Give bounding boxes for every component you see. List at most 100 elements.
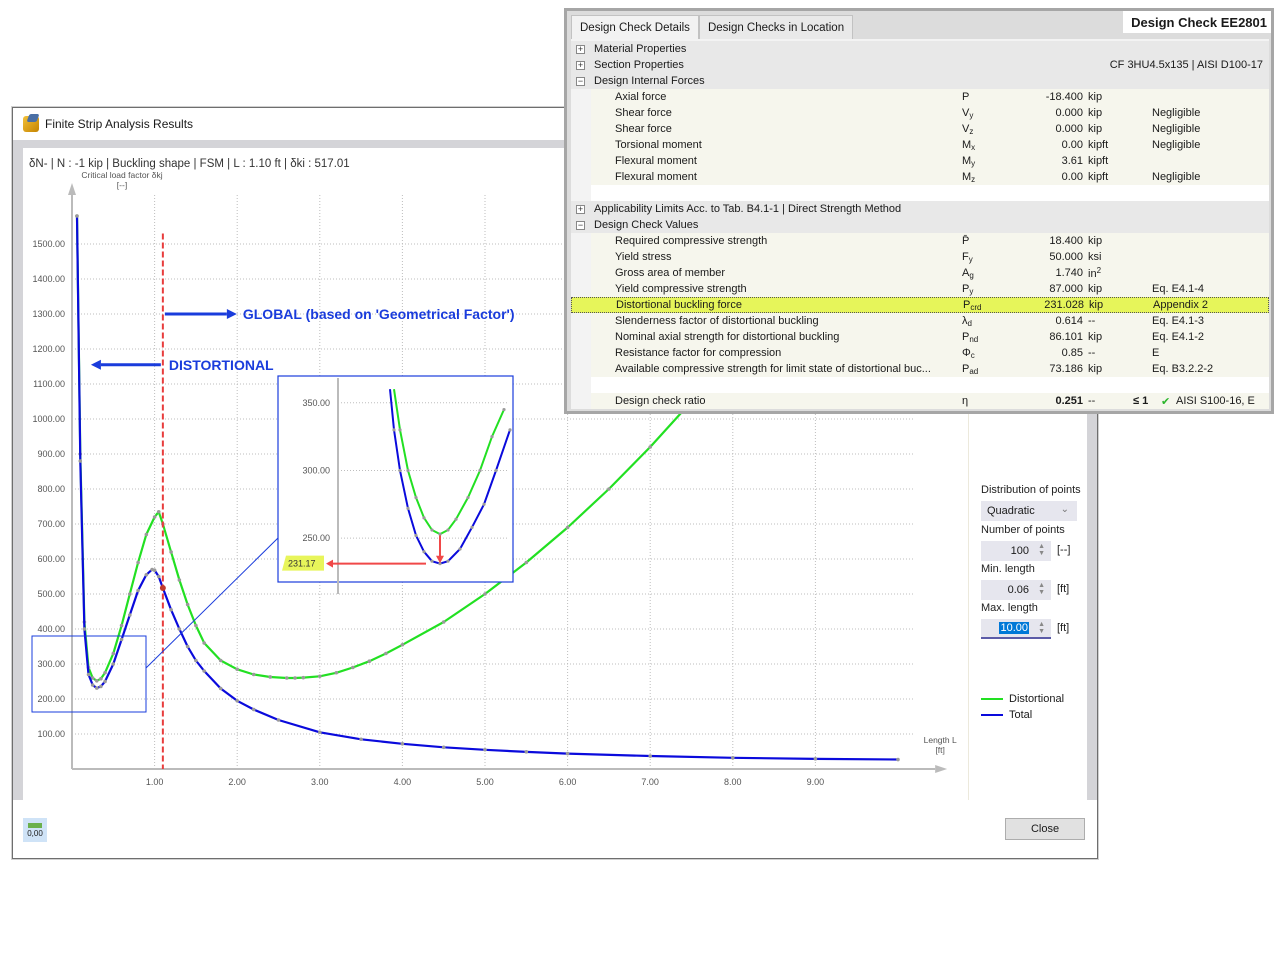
x-axis-unit: [ft]	[935, 745, 944, 755]
row-symbol: Mz	[962, 170, 976, 184]
num-points-spinner[interactable]: 100 ▲ ▼	[981, 541, 1051, 561]
expand-icon[interactable]: +	[576, 204, 585, 214]
tab-design-checks-in-location[interactable]: Design Checks in Location	[698, 15, 854, 39]
row-unit: kip	[1088, 123, 1103, 135]
data-point	[177, 627, 182, 631]
table-row[interactable]: Resistance factor for compression Φc 0.85-…	[591, 345, 1269, 361]
row-symbol: λd	[962, 314, 972, 328]
group-label: Section Properties	[594, 59, 684, 71]
min-length-spinner[interactable]: 0.06 ▲ ▼	[981, 580, 1051, 600]
distribution-select[interactable]: Quadratic ⌄	[981, 501, 1077, 521]
inset-y-tick-label: 350.00	[302, 398, 330, 408]
row-unit: ksi	[1088, 251, 1102, 263]
data-point	[318, 730, 322, 735]
table-row[interactable]: Distortional buckling force Pcrd 231.028 ki…	[571, 297, 1269, 313]
row-value: 86.101	[1049, 331, 1083, 343]
y-tick-label: 900.00	[37, 449, 65, 459]
row-symbol: P	[962, 91, 970, 103]
data-point	[251, 672, 256, 677]
data-point	[351, 665, 355, 670]
table-row[interactable]: Gross area of member Ag 1.740 in2	[591, 265, 1269, 281]
spinner-arrows-icon[interactable]: ▲ ▼	[1038, 621, 1045, 635]
tree-group-values[interactable]: − Design Check Values	[571, 217, 1269, 233]
row-name: Flexural moment	[615, 171, 697, 183]
data-point	[103, 670, 107, 675]
min-length-unit: [ft]	[1057, 583, 1070, 595]
data-point	[169, 550, 173, 554]
table-row[interactable]: Flexural moment My 3.61 kipft	[591, 153, 1269, 169]
row-name: Slenderness factor of distortional buckl…	[615, 315, 819, 327]
row-unit: kip	[1088, 107, 1103, 119]
table-row[interactable]: Yield stress Fy 50.000 ksi	[591, 249, 1269, 265]
row-unit: --	[1088, 395, 1096, 407]
data-point	[235, 698, 239, 703]
tree-group-material[interactable]: + Material Properties	[571, 41, 1269, 57]
row-value: 231.028	[1044, 299, 1084, 311]
collapse-icon[interactable]: −	[576, 76, 585, 86]
zoom-connector-line	[145, 537, 279, 669]
collapse-icon[interactable]: −	[576, 220, 585, 230]
table-row[interactable]: Axial force P -18.400 kip	[591, 89, 1269, 105]
close-button[interactable]: Close	[1005, 818, 1085, 840]
design-check-title: Design Check EE2801	[1123, 11, 1271, 33]
row-symbol: Φc	[962, 346, 975, 360]
row-comparison: ≤ 1	[1133, 395, 1149, 407]
data-point	[284, 676, 289, 680]
spinner-arrows-icon[interactable]: ▲ ▼	[1038, 582, 1045, 596]
data-point	[524, 750, 529, 754]
row-reference: Eq. E4.1-4	[1152, 283, 1204, 295]
spinner-arrows-icon[interactable]: ▲ ▼	[1038, 543, 1045, 557]
row-symbol: Vy	[962, 106, 974, 120]
row-unit: kipft	[1088, 171, 1109, 183]
group-label: Material Properties	[594, 43, 687, 55]
row-symbol: Fy	[962, 250, 973, 264]
expand-icon[interactable]: +	[576, 44, 585, 54]
row-reference: AISI S100-16, E	[1176, 395, 1255, 407]
data-point	[136, 588, 140, 593]
tree-group-forces[interactable]: − Design Internal Forces	[571, 73, 1269, 89]
table-row[interactable]: Shear force Vz 0.000 kip Negligible	[591, 121, 1269, 137]
y-tick-label: 1400.00	[32, 274, 65, 284]
num-points-value: 100	[1010, 545, 1029, 557]
max-length-value[interactable]: 10.00	[999, 622, 1029, 634]
inset-data-point	[398, 428, 402, 432]
inset-data-point	[406, 506, 410, 510]
design-check-ratio-row[interactable]: Design check ratio η 0.251 -- ≤ 1 ✔ AISI S100-…	[591, 393, 1269, 409]
table-row[interactable]: Nominal axial strength for distortional …	[591, 329, 1269, 345]
table-row[interactable]: Torsional moment Mx 0.00 kipft Negligible	[591, 137, 1269, 153]
row-reference: Negligible	[1152, 139, 1201, 151]
y-tick-label: 1200.00	[32, 344, 65, 354]
table-row[interactable]: Slenderness factor of distortional buckl…	[591, 313, 1269, 329]
row-value: 87.000	[1049, 283, 1083, 295]
data-point	[152, 515, 157, 519]
distribution-label: Distribution of points	[981, 484, 1081, 496]
table-row[interactable]: Required compressive strength P̄ 18.400 kip	[591, 233, 1269, 249]
row-reference: Eq. E4.1-3	[1152, 315, 1204, 327]
table-row[interactable]: Available compressive strength for limit…	[591, 361, 1269, 377]
data-point	[813, 757, 818, 761]
data-point	[185, 602, 190, 607]
table-row[interactable]: Flexural moment Mz 0.00 kipft Negligible	[591, 169, 1269, 185]
tab-design-check-details[interactable]: Design Check Details	[571, 15, 699, 39]
data-point	[648, 445, 652, 449]
inset-data-point	[470, 525, 474, 529]
row-value: 50.000	[1049, 251, 1083, 263]
units-decimals-button[interactable]: 0,00	[23, 818, 47, 842]
distribution-value: Quadratic	[987, 505, 1035, 517]
y-axis-label: Critical load factor δkj	[81, 170, 162, 180]
data-point	[136, 560, 140, 565]
expand-icon[interactable]: +	[576, 60, 585, 70]
data-point	[111, 651, 116, 656]
row-reference: Appendix 2	[1153, 299, 1209, 311]
max-length-spinner[interactable]: 10.00 ▲ ▼	[981, 619, 1051, 639]
data-point	[156, 574, 161, 579]
row-name: Design check ratio	[615, 395, 706, 407]
tree-group-section[interactable]: + Section Properties CF 3HU4.5x135 | AISI …	[571, 57, 1269, 73]
x-axis-arrow-icon	[935, 765, 948, 773]
inset-data-point	[422, 550, 426, 554]
table-row[interactable]: Yield compressive strength Py 87.000 kip Eq.…	[591, 281, 1269, 297]
annotation-global: GLOBAL (based on 'Geometrical Factor')	[243, 306, 515, 322]
tree-group-applicability[interactable]: + Applicability Limits Acc. to Tab. B4.1-…	[571, 201, 1269, 217]
table-row[interactable]: Shear force Vy 0.000 kip Negligible	[591, 105, 1269, 121]
inset-data-point	[414, 533, 418, 538]
